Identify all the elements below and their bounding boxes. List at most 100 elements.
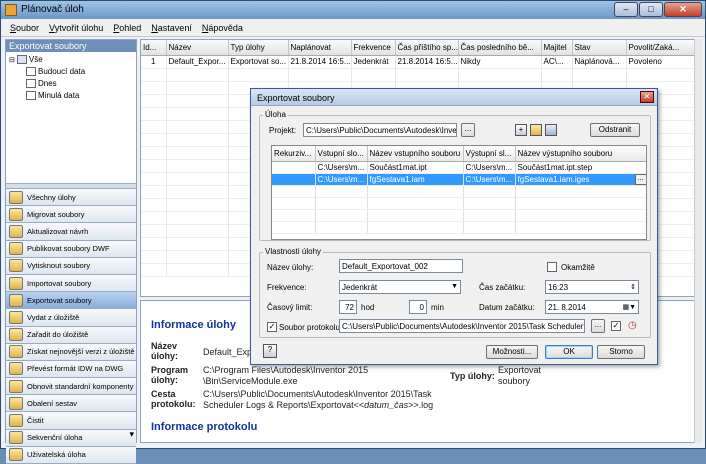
column-header[interactable]: Frekvence — [351, 40, 396, 56]
log-option-checkbox[interactable]: ✓ — [611, 321, 621, 331]
open-folder-icon[interactable] — [530, 124, 542, 136]
sidebar-item[interactable]: Čistit — [6, 412, 136, 430]
sidebar-item[interactable]: Zařadit do úložiště — [6, 326, 136, 344]
sidebar-item[interactable]: Získat nejnovější verzi z úložiště — [6, 343, 136, 361]
column-header[interactable]: Název — [166, 40, 229, 56]
hours-unit-label: hod — [361, 303, 375, 312]
task-type-list: Všechny úlohy Migrovat soubory Aktualizova… — [6, 189, 136, 464]
sidebar-item[interactable]: Uživatelská úloha — [6, 446, 136, 464]
scroll-down-icon[interactable]: ▾ — [129, 429, 134, 440]
table-cell: Nikdy — [458, 55, 542, 69]
sidebar-item[interactable]: Obnovit standardní komponenty — [6, 378, 136, 396]
column-header[interactable]: Čas příštího sp... — [395, 40, 459, 56]
tree-node-past[interactable]: Minulá data — [26, 91, 79, 100]
column-header[interactable]: Povolit/Zaká... — [626, 40, 701, 56]
maximize-button[interactable]: □ — [639, 2, 663, 17]
clock-icon[interactable]: ◷ — [628, 320, 637, 331]
calendar-dropdown-icon[interactable]: ▦▼ — [622, 303, 636, 311]
column-header[interactable]: Typ úlohy — [228, 40, 289, 56]
remove-button[interactable]: Odstranit — [590, 123, 640, 137]
menu-nastaveni[interactable]: Nastavení — [146, 19, 197, 36]
sidebar-item[interactable]: Vytisknout soubory — [6, 257, 136, 275]
log-path-line1: C:\Users\Public\Documents\Autodesk\Inven… — [203, 389, 432, 399]
start-date-field[interactable]: 21. 8.2014 ▦▼ — [545, 300, 639, 314]
date-tree: ⊟ Vše Budoucí data Dnes Minulá data — [6, 52, 136, 144]
sidebar-item[interactable]: Exportovat soubory — [6, 292, 136, 310]
table-row[interactable]: 1 Default_Expor... Exportovat so... 21.8.20… — [141, 55, 701, 69]
start-time-field[interactable]: 16:23 ⇕ — [545, 280, 639, 294]
name-label: Název úlohy: — [151, 341, 178, 361]
collapse-icon[interactable]: ⊟ — [9, 56, 15, 64]
sidebar-item-label: Exportovat soubory — [27, 295, 92, 305]
add-files-icon[interactable] — [545, 124, 557, 136]
files-column-header[interactable]: Rekurziv... — [272, 146, 316, 162]
task-type-value-line2: soubory — [498, 376, 531, 386]
new-file-icon[interactable]: + — [515, 124, 527, 136]
column-header[interactable]: Stav — [572, 40, 627, 56]
time-limit-label: Časový limit: — [267, 303, 313, 312]
log-browse-button[interactable]: ... — [591, 319, 605, 333]
calendar-icon — [26, 67, 36, 76]
sidebar-item[interactable]: Aktualizovat návrh — [6, 223, 136, 241]
project-browse-button[interactable]: ... — [461, 123, 475, 137]
table-cell: 21.8.2014 16:5... — [288, 55, 352, 69]
time-limit-minutes-field[interactable]: 0 — [409, 300, 427, 314]
sidebar-item[interactable]: Vydat z úložiště — [6, 309, 136, 327]
file-row[interactable]: C:\Users\m... Součást1mat.ipt C:\Users\m..… — [272, 161, 646, 174]
menu-soubor[interactable]: Soubor — [5, 19, 44, 36]
ok-button[interactable]: OK — [545, 345, 593, 359]
tree-node-future[interactable]: Budoucí data — [26, 67, 85, 76]
frequency-select[interactable]: Jedenkrát ▼ — [339, 280, 461, 294]
sidebar-item[interactable]: Importovat soubory — [6, 274, 136, 293]
immediately-checkbox[interactable] — [547, 262, 557, 272]
sidebar-item-label: Zařadit do úložiště — [27, 330, 89, 340]
cancel-button[interactable]: Storno — [597, 345, 645, 359]
log-info-heading: Informace protokolu — [151, 421, 258, 433]
files-column-header[interactable]: Název výstupního souboru — [515, 146, 646, 162]
menu-pohled[interactable]: Pohled — [108, 19, 146, 36]
column-header[interactable]: Čas posledního bě... — [458, 40, 542, 56]
files-column-header[interactable]: Název vstupního souboru — [367, 146, 464, 162]
sidebar-item[interactable]: Obalení sestav — [6, 395, 136, 413]
column-header[interactable]: Id... — [141, 40, 167, 56]
task-name-field[interactable]: Default_Exportovat_002 — [339, 259, 463, 273]
tree-node-today[interactable]: Dnes — [26, 79, 57, 88]
task-type-value-line1: Exportovat — [498, 365, 542, 375]
table-cell: 21.8.2014 16:5... — [395, 55, 459, 69]
sidebar-item[interactable]: Migrovat soubory — [6, 206, 136, 224]
spinner-icon[interactable]: ⇕ — [630, 283, 636, 291]
file-cell[interactable] — [272, 161, 316, 174]
log-file-checkbox[interactable]: ✓ — [267, 322, 277, 332]
project-label: Projekt: — [269, 126, 297, 135]
file-cell: C:\Users\m... — [463, 173, 516, 186]
table-cell: Default_Expor... — [166, 55, 229, 69]
sidebar-item[interactable]: Publikovat soubory DWF — [6, 240, 136, 258]
file-cell[interactable] — [272, 173, 316, 186]
project-field[interactable]: C:\Users\Public\Documents\Autodesk\Inven… — [303, 123, 457, 137]
row-browse-button[interactable]: ... — [634, 173, 646, 184]
dialog-close-button[interactable]: ✕ — [640, 91, 654, 103]
options-button[interactable]: Možnosti... — [486, 345, 538, 359]
time-limit-hours-field[interactable]: 72 — [339, 300, 357, 314]
tree-node-all[interactable]: ⊟ Vše — [9, 55, 43, 64]
files-column-header[interactable]: Vstupní slo... — [315, 146, 368, 162]
sidebar-item[interactable]: Sekvenční úloha — [6, 429, 136, 447]
sidebar-item[interactable]: Převést formát IDW na DWG — [6, 360, 136, 379]
help-icon[interactable]: ? — [263, 344, 277, 358]
task-type-icon — [9, 276, 23, 290]
menu-vytvorit-ulohu[interactable]: Vytvořit úlohu — [44, 19, 108, 36]
table-cell: AC\... — [541, 55, 573, 69]
close-button[interactable]: ✕ — [664, 2, 702, 17]
file-row[interactable]: C:\Users\m... fgSestava1.iam C:\Users\m...… — [272, 173, 646, 186]
table-cell: Naplánová... — [572, 55, 627, 69]
program-value-line2: \Bin\ServiceModule.exe — [203, 376, 298, 386]
files-column-header[interactable]: Výstupní sl... — [463, 146, 516, 162]
column-header[interactable]: Naplánovat — [288, 40, 352, 56]
minimize-button[interactable]: – — [614, 2, 638, 17]
sidebar-item-label: Všechny úlohy — [27, 192, 76, 202]
log-file-field[interactable]: C:\Users\Public\Documents\Autodesk\Inven… — [339, 319, 585, 333]
column-header[interactable]: Majitel — [541, 40, 573, 56]
vertical-scrollbar[interactable] — [694, 39, 702, 443]
menu-napoveda[interactable]: Nápověda — [197, 19, 248, 36]
sidebar-item[interactable]: Všechny úlohy — [6, 189, 136, 207]
